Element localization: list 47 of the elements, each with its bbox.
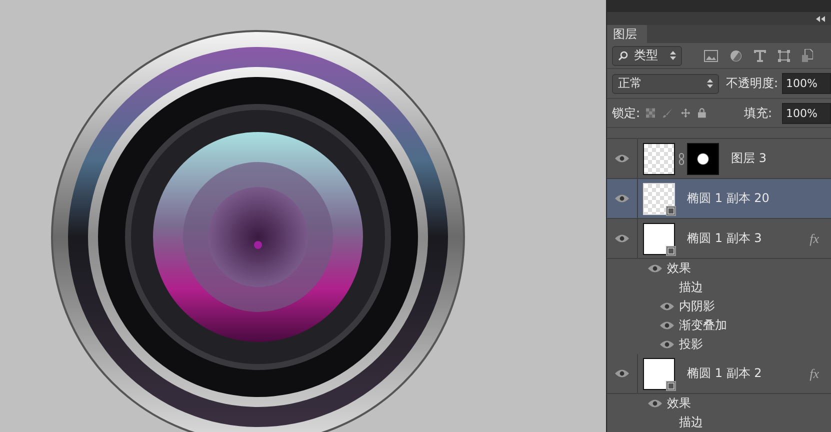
effect-name[interactable]: 投影 — [679, 336, 703, 353]
layer-row[interactable]: 椭圆 1 副本 3 fx — [607, 219, 831, 259]
opacity-field[interactable]: 100% — [782, 73, 831, 94]
eye-icon[interactable] — [660, 302, 674, 311]
effect-name[interactable]: 内阴影 — [679, 298, 715, 315]
checkerboard-icon[interactable] — [646, 107, 656, 119]
eye-icon[interactable] — [615, 369, 629, 378]
blend-mode-dropdown[interactable]: 正常 — [612, 74, 719, 94]
lock-icon[interactable] — [698, 107, 706, 119]
layer-name: 图层 3 — [731, 150, 766, 167]
eye-icon[interactable] — [615, 154, 629, 163]
fill-field[interactable]: 100% — [782, 102, 831, 124]
circle-icon[interactable] — [730, 50, 742, 62]
opacity-label: 不透明度: — [726, 75, 778, 92]
effects-label[interactable]: 效果 — [667, 260, 691, 277]
image-icon[interactable] — [704, 50, 718, 62]
updown-arrows-icon — [706, 79, 713, 88]
chain-icon[interactable] — [679, 152, 684, 164]
effect-name[interactable]: 渐变叠加 — [679, 317, 727, 334]
layer-name: 椭圆 1 副本 20 — [687, 190, 770, 207]
lock-label: 锁定: — [612, 104, 640, 122]
eye-icon[interactable] — [660, 321, 674, 330]
eye-icon[interactable] — [615, 194, 629, 203]
layer-row[interactable]: 椭圆 1 副本 20 — [607, 179, 831, 219]
effects-label[interactable]: 效果 — [667, 395, 691, 412]
fx-label: fx — [810, 230, 819, 246]
eye-icon[interactable] — [615, 234, 629, 243]
move-icon[interactable] — [680, 107, 690, 119]
filter-dropdown[interactable]: 类型 — [612, 46, 682, 66]
layer-row[interactable]: 图层 3 — [607, 139, 831, 179]
eye-icon[interactable] — [648, 264, 662, 273]
effect-name[interactable]: 描边 — [679, 279, 703, 296]
eye-icon[interactable] — [648, 399, 662, 408]
layers-tab[interactable]: 图层 — [607, 25, 647, 43]
layer-row[interactable]: 椭圆 1 副本 2 fx — [607, 354, 831, 394]
layer-name: 椭圆 1 副本 3 — [687, 230, 762, 247]
layer-name: 椭圆 1 副本 2 — [687, 365, 762, 382]
search-icon — [618, 50, 628, 60]
effect-name[interactable]: 描边 — [679, 414, 703, 431]
eye-icon[interactable] — [660, 340, 674, 349]
text-icon[interactable] — [754, 50, 766, 62]
updown-arrows-icon — [670, 51, 676, 60]
fx-label: fx — [810, 366, 819, 382]
collapse-icon[interactable] — [816, 16, 825, 22]
transform-icon[interactable] — [778, 50, 790, 62]
fill-label: 填充: — [744, 104, 772, 122]
document-icon[interactable] — [802, 49, 813, 62]
